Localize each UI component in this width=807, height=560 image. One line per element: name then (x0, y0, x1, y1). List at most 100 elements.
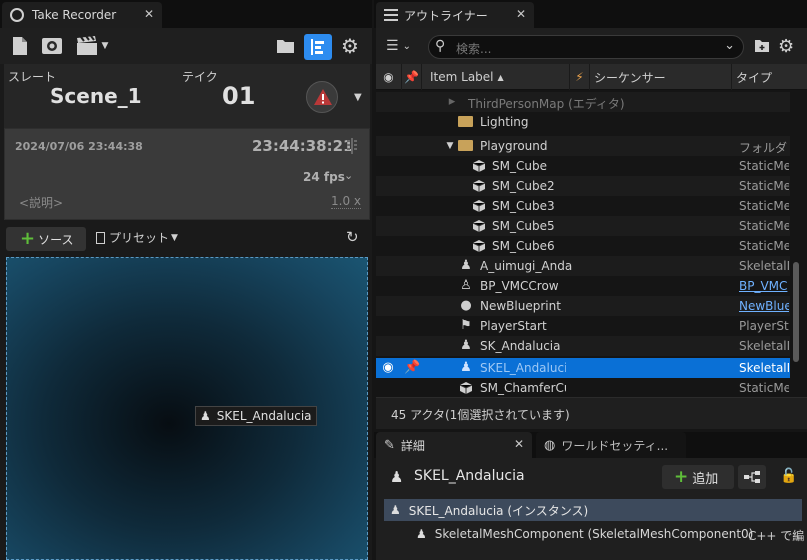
add-component-button[interactable]: + 追加 (662, 465, 734, 489)
row-label: SM_Cube2 (492, 179, 555, 193)
outliner-scrollbar[interactable] (793, 262, 799, 362)
tab-title: 詳細 (400, 438, 425, 453)
row-label: BP_VMCCrow (480, 279, 559, 293)
slate-take-area: スレート Scene_1 テイク 01 ▼ (4, 64, 370, 128)
edit-in-cpp-link[interactable]: C++ で編 (748, 527, 804, 544)
expand-chevron-icon[interactable]: ▼ (442, 138, 458, 154)
row-type: StaticMe (739, 219, 789, 233)
tree-row-actor-selected[interactable]: ◉ 📌 ♟ SKEL_Andaluci SkeletalM (376, 358, 790, 378)
add-folder-icon[interactable] (754, 39, 770, 53)
tree-row-actor[interactable]: SM_Cube StaticMe (376, 156, 790, 176)
playback-speed[interactable]: 1.0 x (331, 194, 361, 209)
take-date: 2024/07/06 23:44:38 (15, 140, 143, 153)
row-type-link[interactable]: NewBlue (739, 299, 789, 313)
timecode: 23:44:38:21 (252, 137, 354, 155)
preset-button[interactable]: プリセット ▼ (96, 229, 178, 246)
tab-take-recorder[interactable]: Take Recorder ✕ (2, 2, 162, 28)
tree-row-actor[interactable]: SM_ChamferCu StaticMe (376, 378, 790, 396)
visibility-eye-icon[interactable]: ◉ (380, 360, 396, 376)
row-type: StaticMe (739, 179, 789, 193)
source-drop-area[interactable]: ♟ SKEL_Andalucia (6, 257, 368, 560)
record-options-dropdown-icon[interactable]: ▼ (354, 92, 362, 103)
column-type[interactable]: タイプ (732, 64, 790, 90)
tree-row-actor[interactable]: SM_Cube6 StaticMe (376, 236, 790, 256)
tree-row-actor[interactable]: SM_Cube5 StaticMe (376, 216, 790, 236)
actor-skeleton-icon: ♟ (390, 468, 404, 486)
column-item-label[interactable]: Item Label ▲ (422, 64, 570, 90)
open-folder-icon (458, 140, 473, 151)
filter-button[interactable]: ☰ ⌄ (386, 38, 411, 54)
search-input[interactable]: ⚲ 検索... ⌄ (428, 35, 744, 59)
tree-row-actor[interactable]: ⚑ PlayerStart PlayerSt (376, 316, 790, 336)
clapperboard-menu-icon[interactable]: ▼ (72, 35, 112, 57)
plus-icon: + (20, 228, 36, 249)
skeletal-mesh-icon: ♟ (460, 360, 472, 375)
lock-icon[interactable]: 🔓 (780, 468, 797, 484)
record-button[interactable] (306, 81, 338, 113)
tree-row-world[interactable]: ThirdPersonMap (エディタ) ▸ (376, 92, 790, 112)
slate-label: スレート (8, 70, 57, 84)
timecode-provider-icon[interactable] (345, 138, 359, 154)
tree-row-folder[interactable]: Lighting (376, 112, 790, 132)
tab-outliner[interactable]: アウトライナー ✕ (376, 2, 534, 28)
actor-name: SKEL_Andalucia (414, 468, 525, 484)
row-label: ThirdPersonMap (エディタ) (468, 97, 625, 111)
close-icon[interactable]: ✕ (514, 437, 524, 451)
tree-row-actor[interactable]: SM_Cube3 StaticMe (376, 196, 790, 216)
preset-icon (96, 231, 105, 244)
tree-row-actor[interactable]: ● NewBlueprint NewBlue (376, 296, 790, 316)
plus-icon: + (674, 466, 689, 487)
new-document-icon[interactable] (10, 35, 30, 57)
pin-icon[interactable]: 📌 (404, 360, 420, 376)
row-label: NewBlueprint (480, 299, 561, 313)
folder-icon (458, 116, 473, 127)
close-icon[interactable]: ✕ (516, 7, 526, 21)
static-mesh-icon (472, 180, 486, 192)
skeletal-mesh-icon: ♟ (460, 258, 472, 273)
sequencer-bolt-icon: ⚡ (570, 64, 590, 90)
visibility-column-eye-icon[interactable]: ◉ (376, 64, 402, 90)
tree-row-actor[interactable]: ♙ BP_VMCCrow BP_VMC (376, 276, 790, 296)
tree-row-actor[interactable]: SM_Cube2 StaticMe (376, 176, 790, 196)
search-chevron-icon[interactable]: ⌄ (724, 38, 735, 53)
filter-icon: ☰ (386, 38, 399, 54)
description-field[interactable]: <説明> (19, 194, 63, 211)
close-icon[interactable]: ✕ (144, 7, 154, 21)
world-icon: ▸ (448, 94, 456, 109)
static-mesh-icon (459, 382, 473, 394)
sequencer-toggle-icon[interactable] (304, 34, 332, 60)
frame-rate-chevron-icon[interactable]: ⌄ (344, 169, 353, 182)
review-icon[interactable] (40, 35, 64, 57)
drag-actor-text: SKEL_Andalucia (216, 409, 312, 423)
row-type: StaticMe (739, 199, 789, 213)
column-sequencer[interactable]: シーケンサー (590, 64, 732, 90)
tree-row-actor[interactable]: ♟ A_uimugi_Anda SkeletalM (376, 256, 790, 276)
frame-rate[interactable]: 24 fps (303, 170, 345, 184)
tab-world-settings[interactable]: ◍ ワールドセッティ... (536, 432, 686, 458)
open-folder-icon[interactable] (274, 35, 298, 57)
pin-column-icon[interactable]: 📌 (402, 64, 422, 90)
blueprint-convert-icon[interactable] (738, 465, 766, 489)
row-label: Lighting (480, 115, 529, 129)
row-type: StaticMe (739, 159, 789, 173)
slate-value[interactable]: Scene_1 (50, 84, 142, 108)
column-item-label-text: Item Label (430, 70, 494, 84)
skeleton-icon: ♟ (416, 527, 427, 541)
take-value[interactable]: 01 (222, 82, 255, 110)
player-start-icon: ⚑ (460, 318, 472, 333)
outliner-settings-gear-icon[interactable]: ⚙ (778, 36, 794, 57)
component-row-skeletal-mesh[interactable]: ♟ SkeletalMeshComponent (SkeletalMeshCom… (384, 523, 802, 545)
skeletal-mesh-icon: ♟ (460, 338, 472, 353)
row-type-link[interactable]: BP_VMC (739, 279, 789, 293)
add-source-button[interactable]: + ソース (6, 227, 86, 251)
tree-row-actor[interactable]: ♟ SK_Andalucia SkeletalM (376, 336, 790, 356)
pencil-icon: ✎ (384, 437, 395, 453)
component-row-instance[interactable]: ♟ SKEL_Andalucia (インスタンス) (384, 499, 802, 521)
refresh-icon[interactable]: ↻ (346, 228, 359, 246)
tab-details[interactable]: ✎ 詳細 ✕ (376, 432, 532, 458)
row-type: SkeletalM (739, 361, 789, 375)
settings-gear-icon[interactable]: ⚙ (338, 34, 362, 58)
tree-row-folder[interactable]: ▼ Playground フォルダ (376, 136, 790, 156)
drag-actor-label[interactable]: ♟ SKEL_Andalucia (195, 406, 317, 426)
blueprint-actor-icon: ♙ (460, 278, 472, 293)
